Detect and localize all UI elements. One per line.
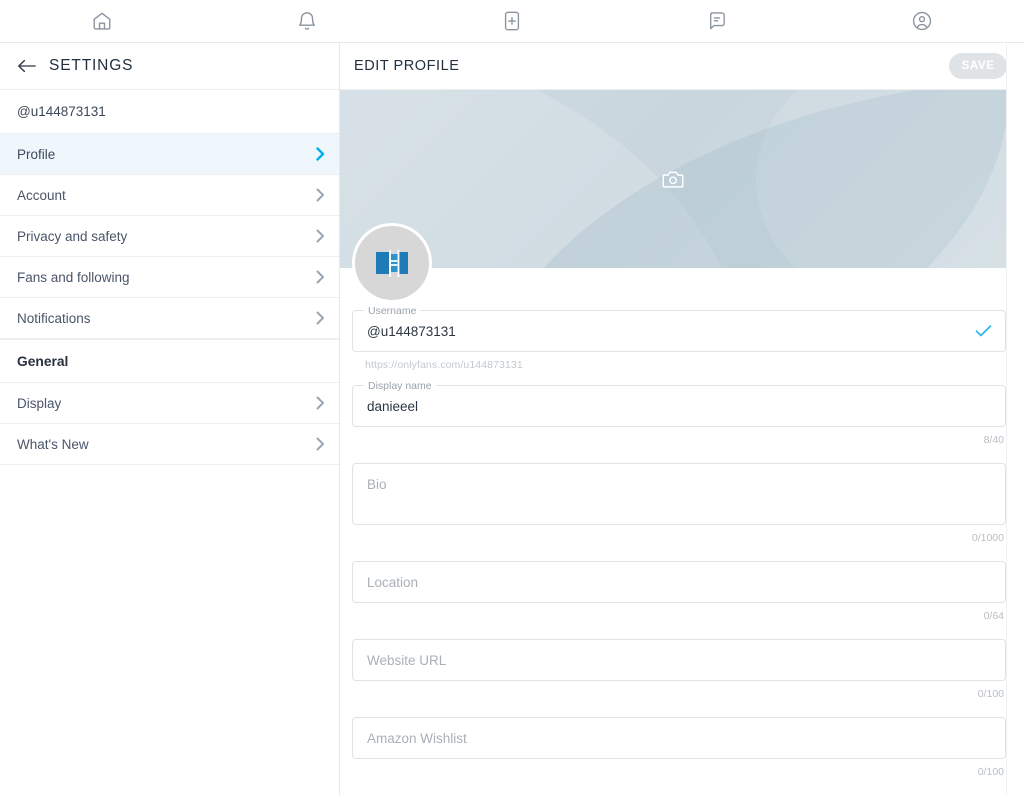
sidebar-header: SETTINGS [0, 43, 339, 90]
field-group-amazon-wishlist: Amazon Wishlist 0/100 [352, 717, 1006, 778]
location-counter: 0/64 [983, 610, 1004, 622]
nav-profile-button[interactable] [819, 0, 1024, 43]
page-title: SETTINGS [49, 57, 134, 74]
username-value: @u144873131 [367, 323, 456, 339]
display-name-value: danieeel [367, 398, 419, 414]
field-group-username: Username @u144873131 https://onlyfans.co… [352, 304, 1006, 371]
chevron-right-icon [316, 270, 325, 284]
sidebar-item-label: Account [17, 187, 66, 203]
username-field[interactable]: Username @u144873131 [352, 304, 1006, 352]
bio-field[interactable]: Bio [352, 463, 1006, 525]
top-navigation-bar [0, 0, 1024, 43]
avatar[interactable] [352, 223, 432, 303]
chevron-right-icon [316, 396, 325, 410]
avatar-wrapper [352, 223, 432, 303]
chevron-right-icon [316, 311, 325, 325]
app-root: SETTINGS @u144873131 Profile Account Pri… [0, 0, 1024, 795]
sidebar-item-whats-new[interactable]: What's New [0, 424, 339, 465]
home-icon [91, 10, 113, 32]
sidebar-item-account[interactable]: Account [0, 175, 339, 216]
amazon-wishlist-placeholder: Amazon Wishlist [367, 730, 467, 746]
display-name-field[interactable]: Display name danieeel [352, 379, 1006, 427]
nav-messages-button[interactable] [614, 0, 819, 43]
arrow-left-icon[interactable] [17, 55, 39, 77]
sidebar-section-general: General [0, 339, 339, 383]
check-icon [975, 324, 992, 338]
website-url-field[interactable]: Website URL [352, 639, 1006, 681]
amazon-wishlist-field[interactable]: Amazon Wishlist [352, 717, 1006, 759]
display-name-counter: 8/40 [983, 434, 1004, 446]
account-handle-text: @u144873131 [17, 104, 106, 119]
content-title: EDIT PROFILE [354, 58, 460, 74]
amazon-wishlist-counter: 0/100 [977, 766, 1004, 778]
sidebar-item-label: What's New [17, 436, 89, 452]
bio-placeholder: Bio [367, 477, 387, 492]
save-button[interactable]: SAVE [949, 53, 1007, 79]
nav-notifications-button[interactable] [205, 0, 410, 43]
sidebar-item-fans-and-following[interactable]: Fans and following [0, 257, 339, 298]
sidebar-item-profile[interactable]: Profile [0, 134, 339, 175]
settings-sidebar: SETTINGS @u144873131 Profile Account Pri… [0, 43, 340, 795]
chevron-right-icon [316, 437, 325, 451]
sidebar-item-label: Notifications [17, 310, 91, 326]
sidebar-item-label: Fans and following [17, 269, 130, 285]
location-field[interactable]: Location [352, 561, 1006, 603]
sidebar-item-notifications[interactable]: Notifications [0, 298, 339, 339]
sidebar-account-handle: @u144873131 [0, 90, 339, 134]
bio-counter: 0/1000 [971, 532, 1004, 544]
messages-icon [706, 10, 728, 32]
chevron-right-icon [316, 188, 325, 202]
main-split: SETTINGS @u144873131 Profile Account Pri… [0, 43, 1024, 795]
sidebar-item-display[interactable]: Display [0, 383, 339, 424]
profile-form: Username @u144873131 https://onlyfans.co… [340, 268, 1024, 778]
chevron-right-icon [316, 147, 325, 161]
sidebar-item-label: Profile [17, 146, 56, 162]
camera-icon[interactable] [662, 170, 684, 189]
username-label: Username [364, 304, 421, 318]
profile-scroll-area: Username @u144873131 https://onlyfans.co… [340, 90, 1024, 795]
sidebar-item-label: Display [17, 395, 62, 411]
profile-banner[interactable] [340, 90, 1006, 268]
profile-icon [911, 10, 933, 32]
field-group-location: Location 0/64 [352, 561, 1006, 622]
field-group-display-name: Display name danieeel 8/40 [352, 379, 1006, 446]
page-scrollbar[interactable] [1006, 43, 1024, 795]
chevron-right-icon [316, 229, 325, 243]
website-url-counter: 0/100 [977, 688, 1004, 700]
broken-image-icon [375, 249, 409, 277]
nav-new-post-button[interactable] [410, 0, 615, 43]
display-name-label: Display name [364, 379, 436, 393]
new-post-icon [501, 10, 523, 32]
location-placeholder: Location [367, 574, 419, 590]
field-group-website-url: Website URL 0/100 [352, 639, 1006, 700]
website-url-placeholder: Website URL [367, 652, 447, 668]
banner-shape-3 [756, 90, 1006, 268]
username-helper-text: https://onlyfans.com/u144873131 [365, 359, 523, 371]
sidebar-item-label: Privacy and safety [17, 228, 128, 244]
notifications-icon [296, 10, 318, 32]
field-group-bio: Bio 0/1000 [352, 463, 1006, 544]
nav-home-button[interactable] [0, 0, 205, 43]
section-title: General [17, 353, 69, 369]
sidebar-item-privacy-and-safety[interactable]: Privacy and safety [0, 216, 339, 257]
content-header: EDIT PROFILE SAVE [340, 43, 1024, 90]
edit-profile-panel: EDIT PROFILE SAVE Username @u144873131 h… [340, 43, 1024, 795]
